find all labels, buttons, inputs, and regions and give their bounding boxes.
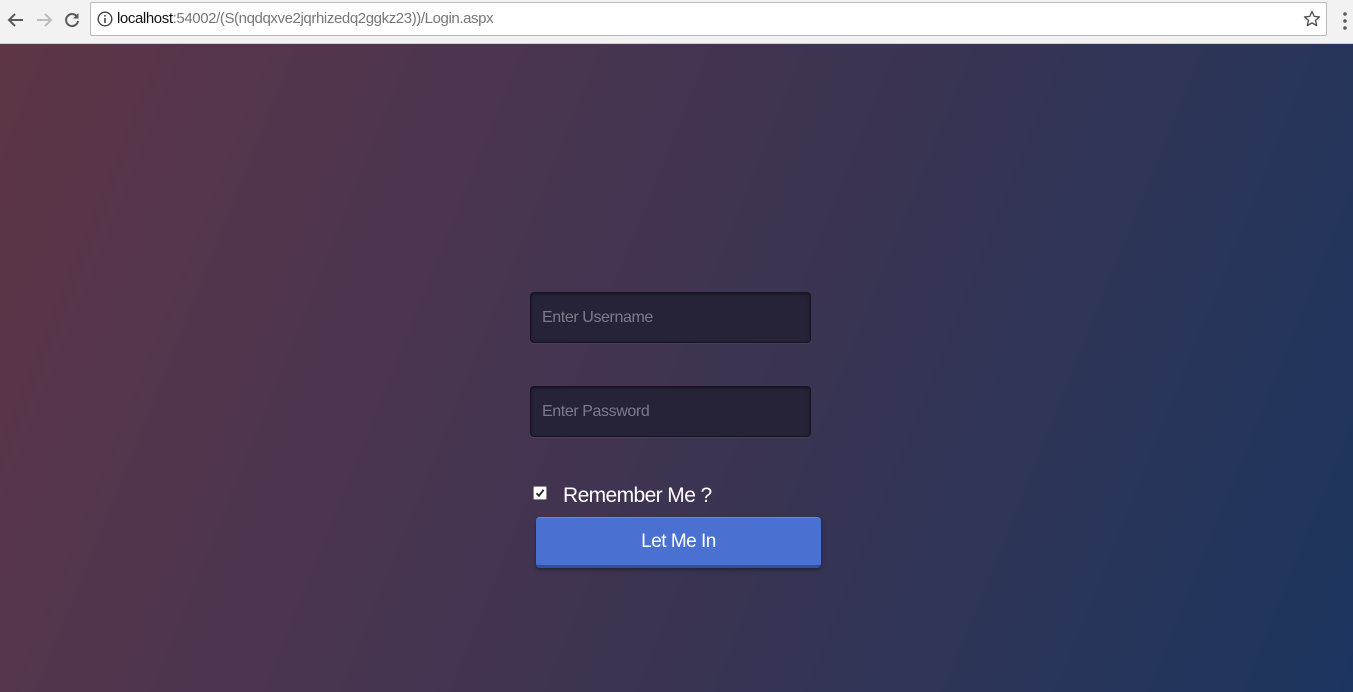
address-bar[interactable]: localhost:54002/(S(nqdqxve2jqrhizedq2ggk… <box>90 2 1327 36</box>
reload-button[interactable] <box>61 8 83 32</box>
kebab-menu-icon[interactable] <box>1340 10 1350 32</box>
checkmark-icon <box>535 489 545 498</box>
url-path: :54002/(S(nqdqxve2jqrhizedq2ggkz23))/Log… <box>172 10 494 27</box>
forward-arrow-icon <box>37 13 53 27</box>
browser-toolbar: localhost:54002/(S(nqdqxve2jqrhizedq2ggk… <box>0 0 1353 44</box>
remember-me-checkbox[interactable] <box>533 486 547 500</box>
reload-icon <box>65 13 79 28</box>
remember-me-label[interactable]: Remember Me ? <box>563 484 712 508</box>
info-icon[interactable] <box>97 11 113 27</box>
back-button[interactable] <box>5 8 27 32</box>
url-text[interactable]: localhost:54002/(S(nqdqxve2jqrhizedq2ggk… <box>117 10 494 28</box>
login-button[interactable]: Let Me In <box>536 517 821 568</box>
login-page: Remember Me ? Let Me In <box>0 44 1353 692</box>
url-host: localhost <box>117 10 173 27</box>
forward-button[interactable] <box>33 8 55 32</box>
username-input[interactable] <box>530 292 811 343</box>
star-icon[interactable] <box>1303 10 1321 28</box>
remember-me-row: Remember Me ? <box>533 482 712 510</box>
password-input[interactable] <box>530 386 811 437</box>
back-arrow-icon <box>7 13 23 27</box>
